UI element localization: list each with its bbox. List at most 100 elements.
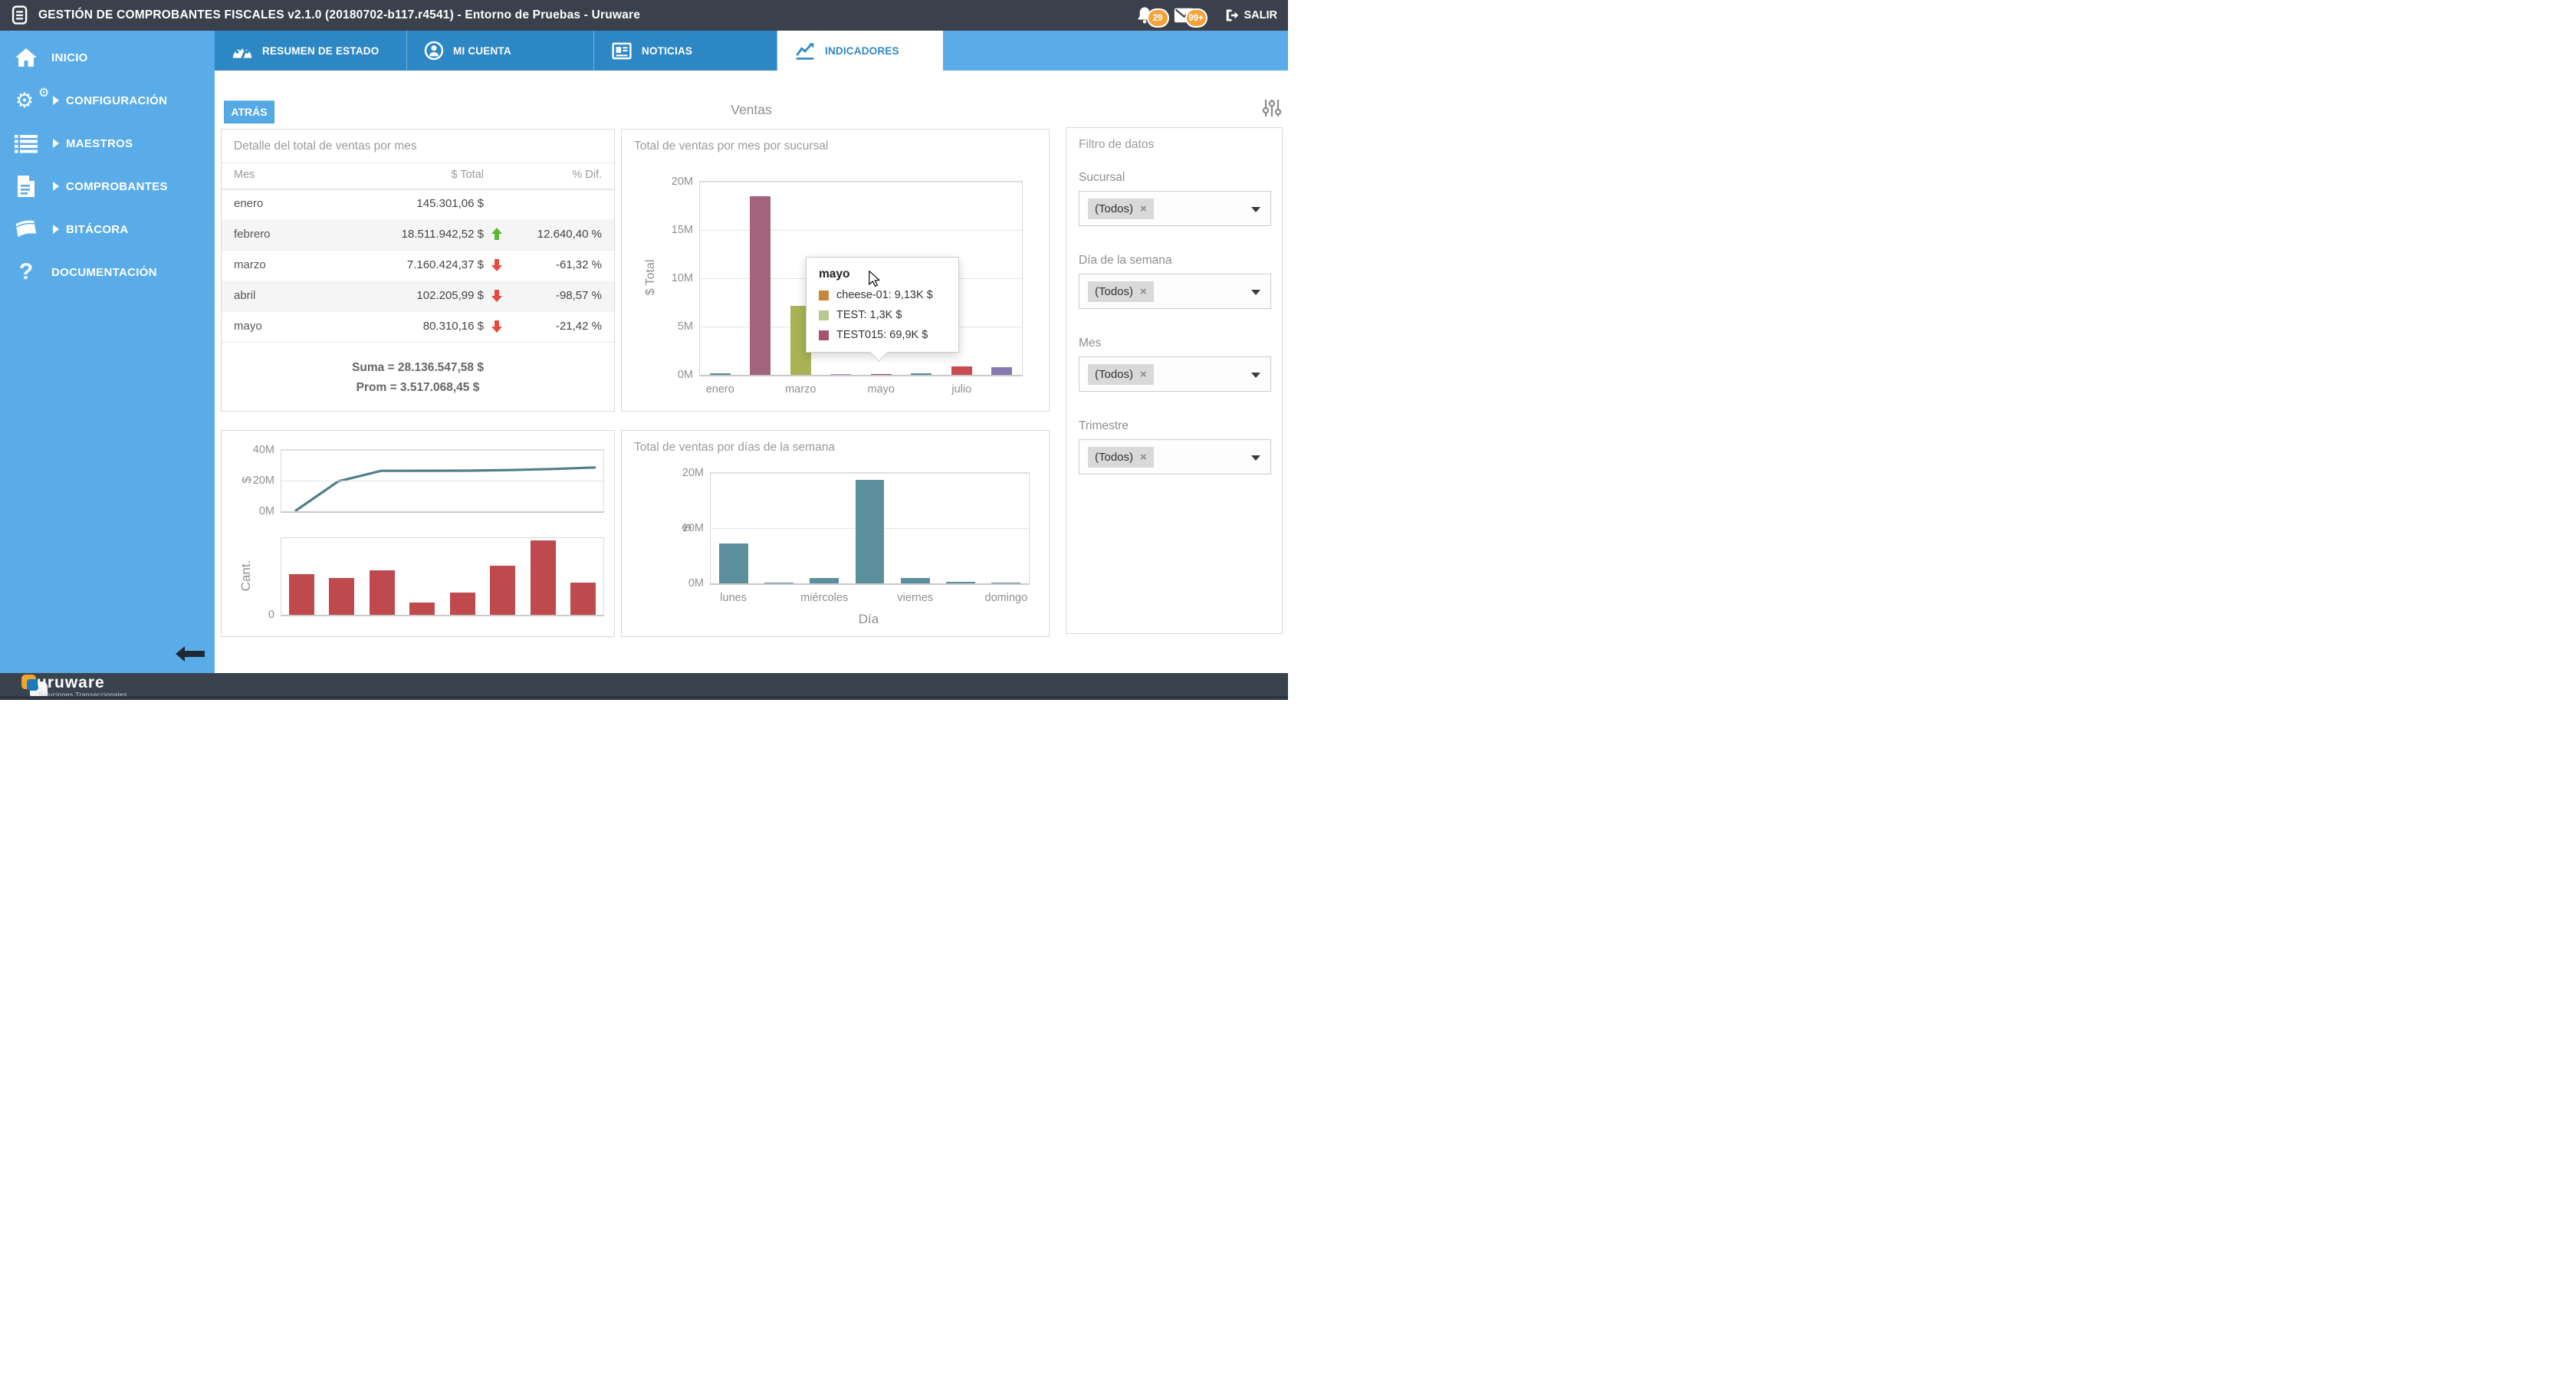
filter-select-mes[interactable]: (Todos) ×: [1079, 356, 1271, 392]
chevron-right-icon: [53, 96, 59, 105]
tab-label: MI CUENTA: [453, 45, 511, 57]
news-icon: [611, 41, 632, 61]
chevron-right-icon: [53, 225, 59, 234]
bar-mayo: [871, 374, 892, 376]
cell-total: 7.160.424,37 $: [222, 258, 484, 271]
trend-down-icon: [491, 289, 502, 302]
chip-remove-icon[interactable]: ×: [1140, 368, 1147, 381]
sidebar-collapse-arrow-icon[interactable]: [176, 645, 205, 667]
main-tabs: RESUMEN DE ESTADO MI CUENTA NOTICIAS: [215, 31, 1288, 71]
topbar-actions: 29 99+ SALIR: [1135, 0, 1278, 31]
cell-total: 18.511.942,52 $: [222, 228, 484, 241]
line-chart-plot: 0M20M40M: [281, 449, 604, 513]
table-row: febrero 18.511.942,52 $ 12.640,40 %: [222, 219, 614, 251]
sidebar-item-maestros[interactable]: MAESTROS: [0, 122, 215, 165]
sidebar-item-documentacion[interactable]: ? DOCUMENTACIÓN: [0, 251, 215, 294]
filter-sliders-icon[interactable]: [1262, 98, 1282, 122]
panel-title: Detalle del total de ventas por mes: [234, 140, 417, 153]
trend-up-icon: [491, 228, 502, 241]
messages-badge: 99+: [1185, 8, 1208, 28]
tab-indicadores[interactable]: INDICADORES: [777, 31, 943, 71]
x-tick-label: domingo: [985, 592, 1028, 604]
chip-value: (Todos): [1095, 451, 1133, 464]
y-tick-label: 0M: [678, 369, 693, 381]
tooltip-item: TEST015: 69,9K $: [819, 329, 946, 341]
bar-7: [570, 583, 596, 615]
panel-filtro-datos: Filtro de datos Sucursal (Todos) × Día d…: [1066, 127, 1283, 634]
chevron-right-icon: [53, 182, 59, 191]
tooltip-item-label: cheese-01: 9,13K $: [836, 289, 933, 301]
main-content: ATRÁS Ventas Detalle del total de ventas…: [215, 71, 1288, 673]
legend-swatch: [819, 310, 829, 320]
bar-1: [329, 578, 354, 615]
app-logo-icon: [10, 5, 30, 29]
x-tick-label: julio: [951, 383, 971, 396]
filter-chip: (Todos) ×: [1088, 199, 1154, 219]
y-tick-label: 10M: [672, 272, 693, 284]
cell-dif: -21,42 %: [556, 320, 602, 333]
bar-martes: [764, 583, 794, 584]
bar-2: [370, 570, 395, 615]
filter-select-trimestre[interactable]: (Todos) ×: [1079, 439, 1271, 475]
chevron-down-icon: [1251, 373, 1260, 378]
sidebar-item-configuracion[interactable]: ⚙⚙ CONFIGURACIÓN: [0, 79, 215, 122]
chevron-down-icon: [1251, 207, 1260, 212]
gauge-icon: [232, 41, 253, 60]
cell-dif: -61,32 %: [556, 258, 602, 271]
filter-select-sucursal[interactable]: (Todos) ×: [1079, 191, 1271, 226]
bar-viernes: [901, 578, 930, 583]
bar-jueves: [856, 480, 885, 583]
tab-resumen-de-estado[interactable]: RESUMEN DE ESTADO: [215, 31, 407, 71]
cell-total: 80.310,16 $: [222, 320, 484, 333]
chevron-down-icon: [1251, 290, 1260, 295]
chevron-down-icon: [1251, 455, 1260, 461]
panel-ventas-mes-sucursal: Total de ventas por mes por sucursal $ T…: [621, 129, 1050, 412]
tooltip-item-label: TEST: 1,3K $: [836, 309, 902, 321]
tab-noticias[interactable]: NOTICIAS: [594, 31, 777, 71]
cell-total: 102.205,99 $: [222, 289, 484, 302]
sidebar-item-label: COMPROBANTES: [66, 180, 168, 193]
chart-tooltip: mayo cheese-01: 9,13K $ TEST: 1,3K $ TES…: [806, 257, 959, 353]
x-tick-label: enero: [706, 383, 734, 396]
bar-julio: [951, 366, 972, 375]
filter-select-dia[interactable]: (Todos) ×: [1079, 274, 1271, 309]
notifications-button[interactable]: 29: [1135, 0, 1174, 31]
x-axis-label: Día: [859, 612, 879, 627]
mouse-cursor-icon: [869, 271, 880, 291]
question-icon: ?: [12, 260, 40, 284]
legend-swatch: [819, 291, 829, 300]
notifications-badge: 29: [1147, 8, 1169, 28]
sidebar-item-bitacora[interactable]: BITÁCORA: [0, 208, 215, 251]
sidebar-item-comprobantes[interactable]: COMPROBANTES: [0, 165, 215, 208]
bar-enero: [710, 373, 731, 375]
messages-button[interactable]: 99+: [1174, 0, 1212, 31]
table-row: marzo 7.160.424,37 $ -61,32 %: [222, 250, 614, 281]
sidebar-item-inicio[interactable]: INICIO: [0, 36, 215, 79]
y-tick-label: 20M: [682, 467, 704, 479]
tab-mi-cuenta[interactable]: MI CUENTA: [407, 31, 594, 71]
logout-button[interactable]: SALIR: [1224, 8, 1278, 22]
bar-6: [531, 540, 556, 615]
chevron-right-icon: [53, 139, 59, 148]
tooltip-item-label: TEST015: 69,9K $: [836, 329, 928, 341]
y-axis-label: $ Total: [644, 260, 658, 296]
y-tick-label: 20M: [253, 475, 274, 487]
sidebar-item-label: CONFIGURACIÓN: [66, 94, 167, 107]
chip-remove-icon[interactable]: ×: [1140, 285, 1147, 298]
table-header: Mes $ Total % Dif.: [222, 163, 614, 190]
chip-remove-icon[interactable]: ×: [1140, 451, 1147, 464]
bar-3: [409, 603, 435, 615]
chip-remove-icon[interactable]: ×: [1140, 202, 1147, 215]
sidebar-nav: INICIO ⚙⚙ CONFIGURACIÓN MAESTROS: [0, 31, 215, 673]
cell-total: 145.301,06 $: [222, 197, 484, 210]
panel-ventas-dia-semana: Total de ventas por días de la semana $ …: [621, 430, 1050, 637]
page-title: Ventas: [215, 102, 1288, 118]
filter-label-mes: Mes: [1079, 337, 1101, 350]
bar-abril: [830, 374, 851, 376]
y-tick-label: 40M: [253, 444, 274, 456]
sidebar-item-label: BITÁCORA: [66, 223, 129, 236]
bar-lunes: [719, 544, 748, 583]
cell-dif: -98,57 %: [556, 289, 602, 302]
window-title: GESTIÓN DE COMPROBANTES FISCALES v2.1.0 …: [38, 0, 640, 31]
sidebar-item-label: MAESTROS: [66, 137, 133, 150]
